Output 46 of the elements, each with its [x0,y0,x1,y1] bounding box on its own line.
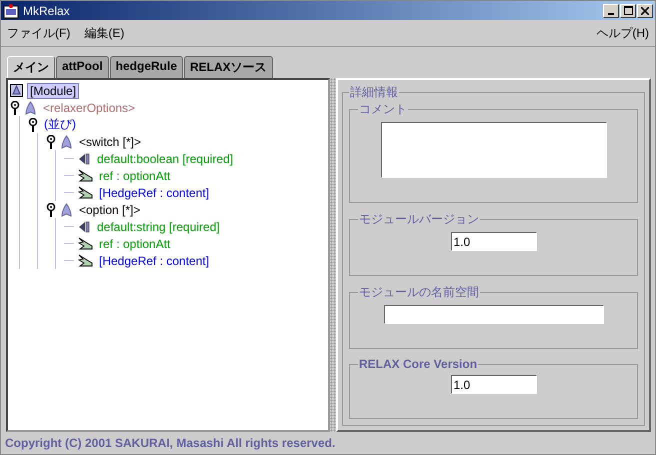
reference-icon [78,237,93,250]
tab[interactable]: RELAXソース [184,56,273,78]
attribute-icon [78,152,91,164]
tab[interactable]: attPool [56,56,109,78]
tree-node-label[interactable]: (並び) [42,116,78,133]
close-button[interactable] [637,4,653,18]
window-title: MkRelax [23,4,71,18]
input-field[interactable]: 1.0 [450,232,536,251]
tree-node-label[interactable]: <option [*]> [77,202,142,216]
tree-node-label[interactable]: [Module] [27,82,80,98]
app-icon [3,2,19,18]
input-field[interactable]: 1.0 [450,375,536,394]
group-title: モジュールの名前空間 [358,284,480,301]
group-title: モジュールバージョン [358,211,480,228]
group-title: 詳細情報 [349,84,399,101]
tree-node-label[interactable]: <switch [*]> [77,134,144,148]
menu-item[interactable]: ファイル(F) [7,24,70,42]
menu-item[interactable]: 編集(E) [84,24,124,42]
tree-node-label[interactable]: [HedgeRef : content] [97,254,212,268]
element-icon [60,202,73,216]
expand-handle-icon[interactable] [10,100,20,114]
group-title: コメント [358,101,408,118]
attribute-icon [78,220,91,232]
input-field[interactable] [384,305,604,324]
reference-icon [78,169,93,182]
tab[interactable]: メイン [7,56,55,78]
module-icon [10,84,23,97]
maximize-icon [624,6,632,15]
element-icon [60,134,73,148]
menu-item[interactable]: ヘルプ(H) [596,24,649,42]
tab[interactable]: hedgeRule [110,56,184,78]
minimize-button[interactable] [603,4,619,18]
expand-handle-icon[interactable] [28,118,38,132]
reference-icon [78,254,93,267]
expand-handle-icon[interactable] [46,202,56,216]
tree-node-label[interactable]: <relaxerOptions> [41,100,138,114]
element-icon [24,100,37,114]
maximize-button[interactable] [620,4,636,18]
close-icon [641,6,649,14]
status-text: Copyright (C) 2001 SAKURAI, Masashi All rights reserved. [5,436,336,450]
tree-node-label[interactable]: [HedgeRef : content] [97,186,212,200]
minimize-icon [608,12,614,14]
reference-icon [78,186,93,199]
group-title: RELAX Core Version [358,357,478,371]
comment-field[interactable] [380,122,606,178]
expand-handle-icon[interactable] [46,134,56,148]
